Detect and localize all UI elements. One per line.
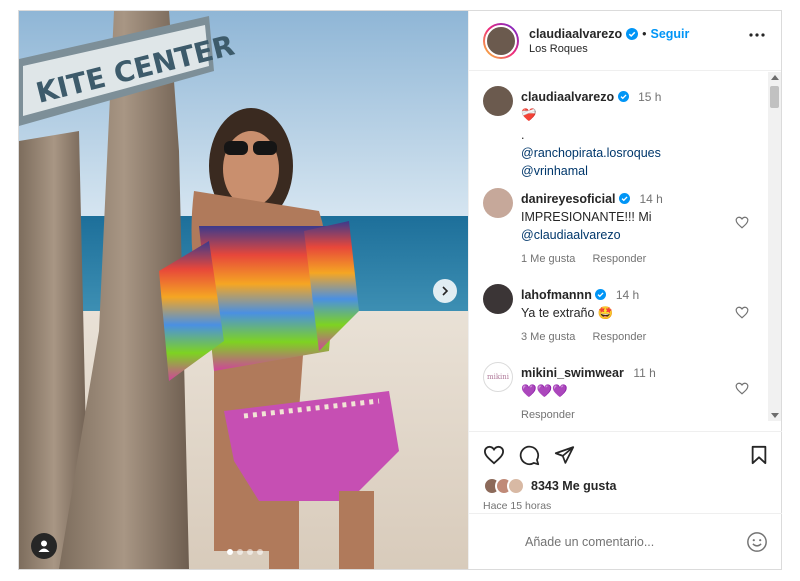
- post-actions: 8343 Me gusta Hace 15 horas: [469, 431, 782, 512]
- comment-text: Ya te extraño 🤩: [521, 306, 614, 320]
- avatar[interactable]: [483, 188, 513, 218]
- comment-time: 14 h: [639, 192, 663, 206]
- mention-link[interactable]: @claudiaalvarezo: [521, 226, 743, 244]
- heart-icon: [483, 445, 505, 465]
- more-icon[interactable]: [749, 33, 765, 37]
- share-button[interactable]: [554, 445, 575, 465]
- carousel-dot: [227, 549, 233, 555]
- mention-link[interactable]: @ranchopirata.losroques: [521, 144, 743, 162]
- mention-link[interactable]: @vrinhamal: [521, 162, 743, 180]
- scroll-up-icon[interactable]: [771, 75, 779, 80]
- comment-text: IMPRESIONANTE!!! Mi: [521, 210, 652, 224]
- comments-scrollbar[interactable]: [768, 72, 781, 421]
- verified-icon: [618, 193, 630, 204]
- liked-by-avatars[interactable]: [483, 477, 525, 495]
- like-button[interactable]: [483, 445, 505, 465]
- caption-time: 15 h: [638, 90, 662, 104]
- user-tag-icon: [38, 540, 50, 552]
- heart-icon[interactable]: [735, 306, 749, 319]
- verified-icon: [626, 27, 639, 40]
- comment-input[interactable]: [525, 534, 746, 549]
- next-slide-button[interactable]: [433, 279, 457, 303]
- comment-likes[interactable]: 3 Me gusta: [521, 331, 575, 343]
- carousel-indicator: [227, 549, 263, 555]
- comment-likes[interactable]: 1 Me gusta: [521, 253, 575, 265]
- carousel-dot: [257, 549, 263, 555]
- likes-count[interactable]: 8343 Me gusta: [531, 479, 616, 493]
- beach-photo: KITE CENTER: [19, 11, 468, 569]
- post-side-panel: claudiaalvarezo • Seguir Los Roques clau…: [468, 11, 782, 569]
- reply-button[interactable]: Responder: [521, 409, 575, 421]
- avatar[interactable]: [483, 86, 513, 116]
- avatar[interactable]: [483, 284, 513, 314]
- carousel-dot: [237, 549, 243, 555]
- author-username[interactable]: claudiaalvarezo: [529, 27, 622, 41]
- comments-list[interactable]: claudiaalvarezo 15 h ❤️‍🩹 . @ranchopirat…: [469, 72, 769, 421]
- avatar[interactable]: mikini: [483, 362, 513, 392]
- comment-icon: [519, 445, 540, 465]
- save-icon: [751, 445, 767, 465]
- reply-button[interactable]: Responder: [592, 331, 646, 343]
- comment-button[interactable]: [519, 445, 540, 466]
- comment-username[interactable]: danireyesoficial: [521, 192, 616, 206]
- caption-dot: .: [521, 128, 525, 142]
- comment-username[interactable]: mikini_swimwear: [521, 366, 624, 380]
- scroll-thumb[interactable]: [770, 86, 779, 108]
- heart-icon[interactable]: [735, 382, 749, 395]
- comment-time: 14 h: [615, 288, 640, 302]
- scroll-down-icon[interactable]: [771, 413, 779, 418]
- verified-icon: [595, 289, 607, 300]
- save-button[interactable]: [750, 445, 768, 465]
- carousel-dot: [247, 549, 253, 555]
- add-comment-bar: [469, 513, 782, 569]
- comment-text: 💜💜💜: [521, 384, 568, 398]
- post-timestamp[interactable]: Hace 15 horas: [483, 500, 768, 512]
- post-dialog: KITE CENTER claudiaalvarezo • Seguir Los…: [18, 10, 782, 570]
- comment-username[interactable]: lahofmannn: [521, 288, 592, 302]
- heart-icon[interactable]: [735, 216, 749, 229]
- share-icon: [554, 446, 575, 464]
- emoji-icon[interactable]: [746, 531, 768, 553]
- user-tag-button[interactable]: [31, 533, 57, 559]
- post-header: claudiaalvarezo • Seguir Los Roques: [469, 11, 781, 71]
- post-location[interactable]: Los Roques: [529, 43, 689, 55]
- follow-button[interactable]: Seguir: [651, 27, 690, 41]
- avatar: [507, 477, 525, 495]
- separator: •: [642, 26, 647, 41]
- reply-button[interactable]: Responder: [592, 253, 646, 265]
- post-photo[interactable]: KITE CENTER: [19, 11, 468, 569]
- author-avatar[interactable]: [483, 22, 519, 59]
- comment-time: 11 h: [633, 366, 656, 380]
- chevron-right-icon: [442, 286, 449, 296]
- caption-username[interactable]: claudiaalvarezo: [521, 90, 614, 104]
- verified-icon: [617, 91, 629, 102]
- caption-emoji: ❤️‍🩹: [521, 108, 537, 122]
